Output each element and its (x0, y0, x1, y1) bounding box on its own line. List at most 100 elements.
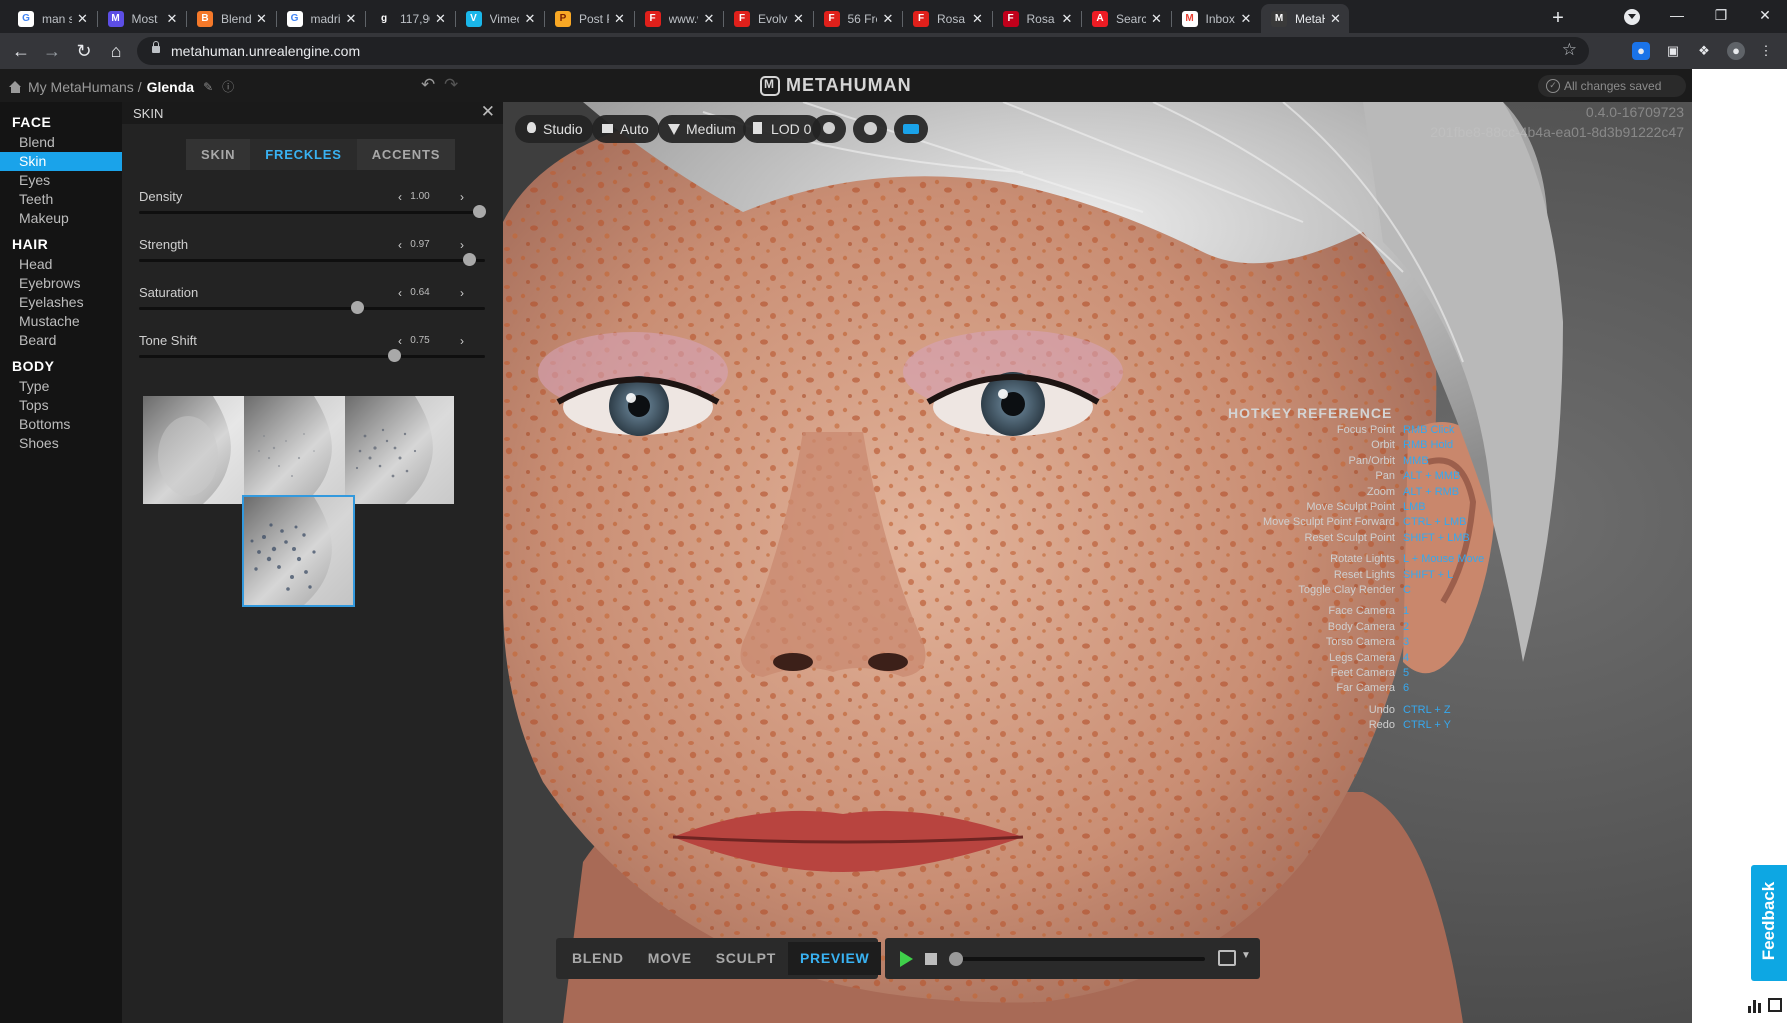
nav-item-eyebrows[interactable]: Eyebrows (0, 274, 122, 293)
increment-chevron-icon[interactable]: › (460, 286, 464, 300)
mode-preview-button[interactable]: PREVIEW (787, 942, 882, 975)
nav-item-tops[interactable]: Tops (0, 396, 122, 415)
tab-close-icon[interactable]: ✕ (1329, 11, 1343, 27)
breadcrumb-root[interactable]: My MetaHumans / (28, 79, 142, 95)
tab-search-icon[interactable] (1624, 9, 1640, 25)
browser-tab[interactable]: F 56 Free✕ (814, 4, 902, 33)
quality-medium-button[interactable]: Medium (658, 115, 746, 143)
tab-close-icon[interactable]: ✕ (613, 11, 627, 27)
tab-close-icon[interactable]: ✕ (1150, 11, 1164, 27)
browser-tab[interactable]: Gmadrid✕ (277, 4, 365, 33)
tone-shift-slider[interactable] (139, 349, 485, 362)
nav-item-makeup[interactable]: Makeup (0, 209, 122, 228)
tab-close-icon[interactable]: ✕ (76, 11, 90, 27)
browser-tab[interactable]: M Most R✕ (98, 4, 186, 33)
undo-icon[interactable]: ↶ (421, 75, 435, 95)
strength-value[interactable]: 0.97 (404, 239, 436, 250)
tab-close-icon[interactable]: ✕ (971, 11, 985, 27)
clay-render-button[interactable] (812, 115, 846, 143)
nav-item-blend[interactable]: Blend (0, 133, 122, 152)
tone-shift-value[interactable]: 0.75 (404, 335, 436, 346)
edit-pencil-icon[interactable]: ✎ (203, 80, 213, 94)
mode-sculpt-button[interactable]: SCULPT (704, 942, 788, 975)
freckle-preset-heavy[interactable] (242, 495, 355, 607)
browser-tab[interactable]: B Blende ✕ (187, 4, 275, 33)
tone-shift-slider-handle[interactable] (388, 349, 401, 362)
decrement-chevron-icon[interactable]: ‹ (398, 334, 402, 348)
nav-item-beard[interactable]: Beard (0, 331, 122, 350)
background-toggle-button[interactable] (894, 115, 928, 143)
restore-icon[interactable]: ❐ (1698, 0, 1744, 33)
decrement-chevron-icon[interactable]: ‹ (398, 286, 402, 300)
camera-auto-button[interactable]: Auto (592, 115, 659, 143)
increment-chevron-icon[interactable]: › (460, 334, 464, 348)
browser-tab[interactable]: M Inbox (✕ (1172, 4, 1260, 33)
home-icon[interactable] (9, 80, 22, 93)
strength-slider-handle[interactable] (462, 253, 476, 266)
tab-close-icon[interactable]: ✕ (255, 11, 269, 27)
browser-tab[interactable]: g 117,90 ✕ (366, 4, 454, 33)
close-window-icon[interactable]: ✕ (1742, 0, 1787, 33)
nav-item-mustache[interactable]: Mustache (0, 312, 122, 331)
nav-item-bottoms[interactable]: Bottoms (0, 415, 122, 434)
tab-close-icon[interactable]: ✕ (1060, 11, 1074, 27)
freckle-preset-light[interactable] (244, 396, 353, 504)
tab-skin[interactable]: SKIN (186, 139, 251, 170)
nav-item-type[interactable]: Type (0, 377, 122, 396)
density-slider[interactable] (139, 205, 486, 218)
address-bar[interactable]: metahuman.unrealengine.com ☆ (137, 37, 1589, 65)
tab-close-icon[interactable]: ✕ (434, 11, 448, 27)
nav-item-teeth[interactable]: Teeth (0, 190, 122, 209)
timeline-track[interactable] (955, 957, 1205, 961)
increment-chevron-icon[interactable]: › (460, 238, 464, 252)
close-panel-icon[interactable]: ✕ (481, 102, 495, 122)
browser-tab[interactable]: A Search ✕ (1082, 4, 1170, 33)
play-icon[interactable] (900, 951, 913, 967)
bookmark-star-icon[interactable]: ☆ (1562, 40, 1577, 60)
stats-icon[interactable] (1747, 997, 1763, 1013)
tab-close-icon[interactable]: ✕ (1239, 11, 1253, 27)
stop-icon[interactable] (925, 953, 937, 965)
new-tab-button[interactable]: + (1545, 5, 1571, 31)
forward-icon[interactable]: → (40, 40, 64, 64)
extensions-puzzle-icon[interactable]: ❖ (1695, 42, 1713, 60)
tab-freckles[interactable]: FRECKLES (250, 139, 357, 170)
tab-close-icon[interactable]: ✕ (523, 11, 537, 27)
tab-close-icon[interactable]: ✕ (165, 11, 179, 27)
3d-viewport[interactable]: Studio Auto Medium LOD 0 0.4.0-16709723 … (503, 102, 1692, 1023)
decrement-chevron-icon[interactable]: ‹ (398, 238, 402, 252)
tab-close-icon[interactable]: ✕ (344, 11, 358, 27)
density-value[interactable]: 1.00 (404, 191, 436, 202)
tab-close-icon[interactable]: ✕ (792, 11, 806, 27)
mode-move-button[interactable]: MOVE (636, 942, 704, 975)
back-icon[interactable]: ← (9, 40, 33, 64)
minimize-icon[interactable]: — (1654, 0, 1700, 33)
info-icon[interactable]: ⓘ (222, 78, 234, 95)
nav-item-head[interactable]: Head (0, 255, 122, 274)
browser-tab[interactable]: Fwww.w✕ (635, 4, 723, 33)
lighting-studio-button[interactable]: Studio (515, 115, 593, 143)
material-toggle-button[interactable] (853, 115, 887, 143)
lod-button[interactable]: LOD 0 (743, 115, 822, 143)
browser-tab[interactable]: V Vimeo✕ (456, 4, 544, 33)
tab-close-icon[interactable]: ✕ (881, 11, 895, 27)
browser-tab[interactable]: F Evolve ✕ (724, 4, 812, 33)
cast-extension-icon[interactable]: ▣ (1664, 42, 1682, 60)
fullscreen-icon[interactable] (1768, 998, 1782, 1012)
browser-tab[interactable]: Gman st ✕ (8, 4, 96, 33)
browser-tab[interactable]: F Rosa M ✕ (903, 4, 991, 33)
browser-tab[interactable]: M MetaH ✕ (1261, 4, 1349, 33)
nav-item-eyes[interactable]: Eyes (0, 171, 122, 190)
saturation-value[interactable]: 0.64 (404, 287, 436, 298)
saturation-slider-handle[interactable] (350, 301, 364, 314)
redo-icon[interactable]: ↷ (444, 75, 458, 95)
tab-accents[interactable]: ACCENTS (356, 139, 456, 170)
nav-item-skin[interactable]: Skin (0, 152, 122, 171)
browser-tab[interactable]: P Post Pr ✕ (545, 4, 633, 33)
profile-avatar[interactable]: ● (1727, 42, 1745, 60)
feedback-tab[interactable]: Feedback (1751, 865, 1787, 981)
density-slider-handle[interactable] (473, 205, 486, 218)
decrement-chevron-icon[interactable]: ‹ (398, 190, 402, 204)
tab-close-icon[interactable]: ✕ (702, 11, 716, 27)
home-icon[interactable]: ⌂ (104, 40, 128, 64)
